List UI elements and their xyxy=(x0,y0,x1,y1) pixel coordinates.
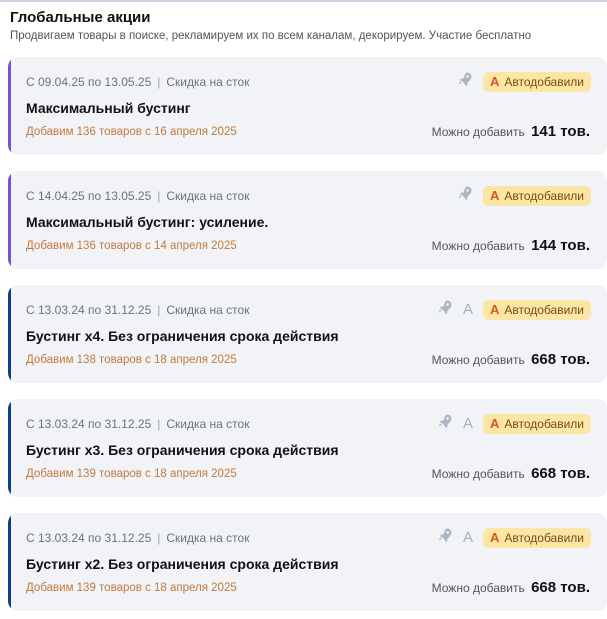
promotion-card[interactable]: С 14.04.25 по 13.05.25 | Скидка на сток … xyxy=(8,171,607,269)
promotion-icons: A А Автодобавили xyxy=(437,413,591,434)
badge-letter-icon: А xyxy=(489,530,500,545)
promotion-added-info: Добавим 136 товаров с 16 апреля 2025 xyxy=(26,126,237,138)
can-add-count: 668 тов. xyxy=(531,579,590,596)
promotion-type: Скидка на сток xyxy=(166,531,250,545)
promotion-name[interactable]: Максимальный бустинг: усиление. xyxy=(26,214,268,230)
promotion-name[interactable]: Максимальный бустинг xyxy=(26,100,191,116)
promotion-type: Скидка на сток xyxy=(166,189,250,203)
badge-label: Автодобавили xyxy=(504,188,584,203)
can-add-label: Можно добавить xyxy=(431,581,525,595)
card-accent-stripe xyxy=(8,399,11,497)
badge-label: Автодобавили xyxy=(504,74,584,89)
badge-letter-icon: А xyxy=(489,188,500,203)
can-add-count: 668 тов. xyxy=(531,465,590,482)
promotion-dates: С 09.04.25 по 13.05.25 xyxy=(26,75,152,89)
badge-label: Автодобавили xyxy=(504,302,584,317)
promotion-added-info: Добавим 139 товаров с 18 апреля 2025 xyxy=(26,582,237,594)
promotion-card[interactable]: С 09.04.25 по 13.05.25 | Скидка на сток … xyxy=(8,57,607,155)
promotion-dates: С 13.03.24 по 31.12.25 xyxy=(26,303,152,317)
promotion-name[interactable]: Бустинг x4. Без ограничения срока действ… xyxy=(26,328,338,344)
rocket-icon xyxy=(437,527,453,548)
promotion-icons: А Автодобавили xyxy=(457,185,591,206)
promotion-added-info: Добавим 139 товаров с 18 апреля 2025 xyxy=(26,468,237,480)
can-add-info: Можно добавить 668 тов. xyxy=(432,351,590,368)
can-add-info: Можно добавить 141 тов. xyxy=(432,123,590,140)
promotion-type: Скидка на сток xyxy=(166,303,250,317)
can-add-label: Можно добавить xyxy=(431,239,525,253)
card-accent-stripe xyxy=(8,57,11,155)
meta-separator: | xyxy=(157,531,161,545)
promotion-dates: С 14.04.25 по 13.05.25 xyxy=(26,189,152,203)
promotion-meta: С 13.03.24 по 31.12.25 | Скидка на сток xyxy=(26,303,249,317)
promotion-icons: A А Автодобавили xyxy=(437,299,591,320)
can-add-label: Можно добавить xyxy=(431,467,525,481)
rocket-icon xyxy=(457,185,473,206)
meta-separator: | xyxy=(157,417,161,431)
promotion-meta: С 14.04.25 по 13.05.25 | Скидка на сток xyxy=(26,189,249,203)
promotion-name[interactable]: Бустинг x2. Без ограничения срока действ… xyxy=(26,556,338,572)
badge-label: Автодобавили xyxy=(504,530,584,545)
badge-letter-icon: А xyxy=(489,302,500,317)
rocket-icon xyxy=(437,299,453,320)
letter-a-icon: A xyxy=(462,415,473,432)
top-divider xyxy=(0,0,607,2)
card-accent-stripe xyxy=(8,171,11,269)
card-accent-stripe xyxy=(8,513,11,611)
page-title: Глобальные акции xyxy=(10,9,151,26)
can-add-info: Можно добавить 668 тов. xyxy=(432,579,590,596)
promotion-icons: A А Автодобавили xyxy=(437,527,591,548)
can-add-count: 141 тов. xyxy=(531,123,590,140)
promotion-card[interactable]: С 13.03.24 по 31.12.25 | Скидка на сток … xyxy=(8,513,607,611)
badge-letter-icon: А xyxy=(489,416,500,431)
autoadded-badge: А Автодобавили xyxy=(482,71,591,92)
promotion-type: Скидка на сток xyxy=(166,417,250,431)
promotion-dates: С 13.03.24 по 31.12.25 xyxy=(26,417,152,431)
promotion-added-info: Добавим 138 товаров с 18 апреля 2025 xyxy=(26,354,237,366)
can-add-info: Можно добавить 668 тов. xyxy=(432,465,590,482)
promotion-meta: С 13.03.24 по 31.12.25 | Скидка на сток xyxy=(26,531,249,545)
promotion-meta: С 13.03.24 по 31.12.25 | Скидка на сток xyxy=(26,417,249,431)
can-add-label: Можно добавить xyxy=(431,125,525,139)
can-add-info: Можно добавить 144 тов. xyxy=(432,237,590,254)
can-add-label: Можно добавить xyxy=(431,353,525,367)
promotion-name[interactable]: Бустинг x3. Без ограничения срока действ… xyxy=(26,442,338,458)
letter-a-icon: A xyxy=(462,301,473,318)
section-header: Глобальные акции Продвигаем товары в пои… xyxy=(10,9,531,42)
card-accent-stripe xyxy=(8,285,11,383)
can-add-count: 668 тов. xyxy=(531,351,590,368)
promotion-icons: А Автодобавили xyxy=(457,71,591,92)
badge-letter-icon: А xyxy=(489,74,500,89)
autoadded-badge: А Автодобавили xyxy=(482,185,591,206)
meta-separator: | xyxy=(157,189,161,203)
letter-a-icon: A xyxy=(462,529,473,546)
promotion-added-info: Добавим 136 товаров с 14 апреля 2025 xyxy=(26,240,237,252)
meta-separator: | xyxy=(157,75,161,89)
rocket-icon xyxy=(437,413,453,434)
rocket-icon xyxy=(457,71,473,92)
can-add-count: 144 тов. xyxy=(531,237,590,254)
badge-label: Автодобавили xyxy=(504,416,584,431)
autoadded-badge: А Автодобавили xyxy=(482,527,591,548)
autoadded-badge: А Автодобавили xyxy=(482,413,591,434)
autoadded-badge: А Автодобавили xyxy=(482,299,591,320)
promotion-dates: С 13.03.24 по 31.12.25 xyxy=(26,531,152,545)
promotion-type: Скидка на сток xyxy=(166,75,250,89)
promotion-card[interactable]: С 13.03.24 по 31.12.25 | Скидка на сток … xyxy=(8,399,607,497)
promotion-card[interactable]: С 13.03.24 по 31.12.25 | Скидка на сток … xyxy=(8,285,607,383)
promotion-meta: С 09.04.25 по 13.05.25 | Скидка на сток xyxy=(26,75,249,89)
page-subtitle: Продвигаем товары в поиске, рекламируем … xyxy=(10,30,532,42)
meta-separator: | xyxy=(157,303,161,317)
